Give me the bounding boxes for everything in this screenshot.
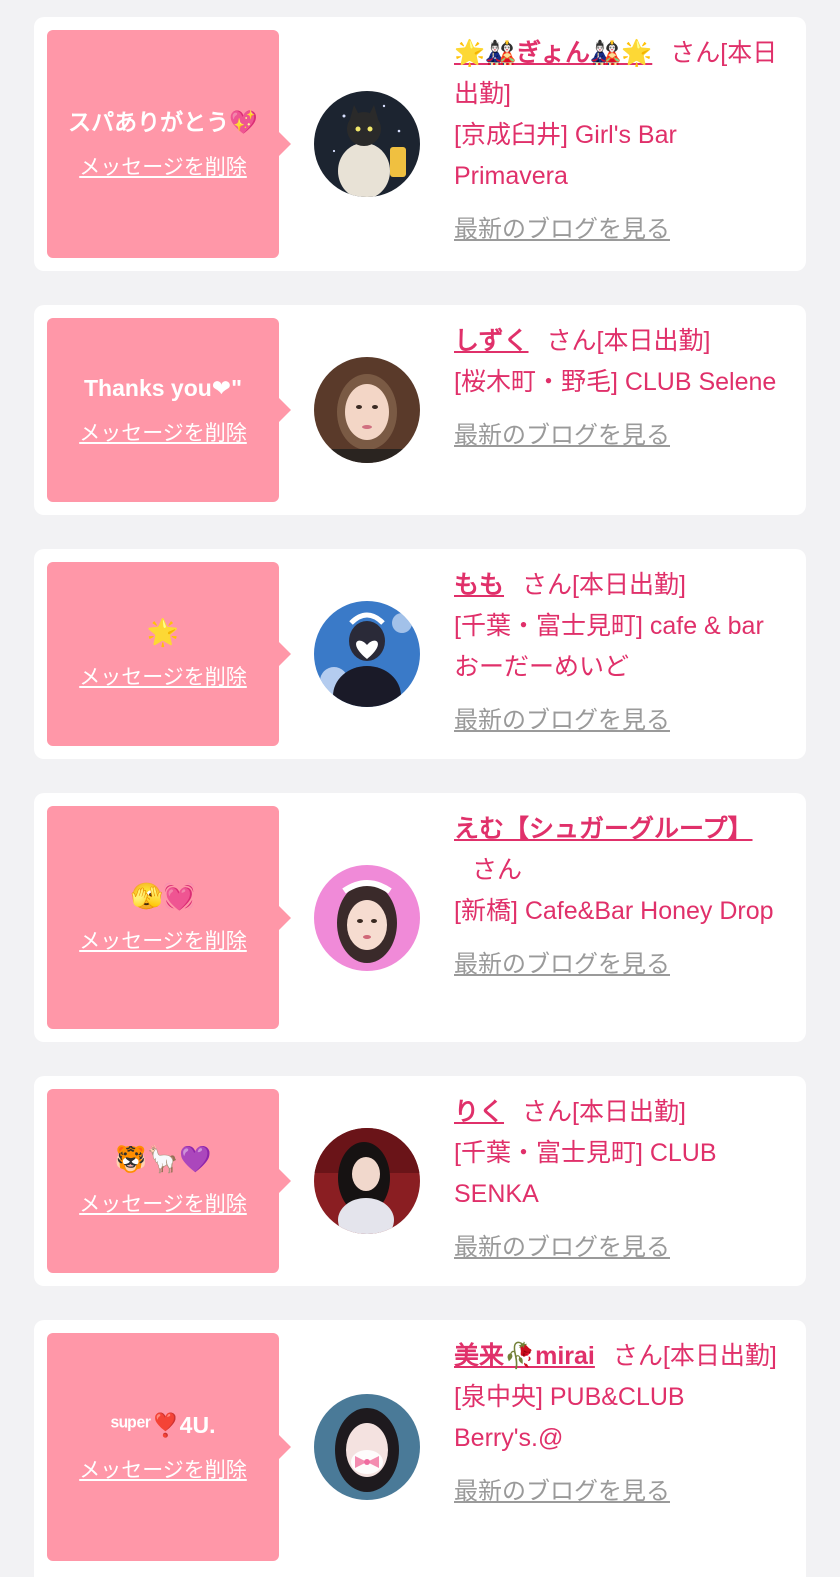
message-card: スパありがとう💖 メッセージを削除 🌟🎎ぎょん🎎🌟 さん[本日出勤] [京成臼井]…	[34, 17, 806, 271]
message-card: ˢᵘᵖᵉʳ❣️4U. メッセージを削除 美来🥀mirai さん[本日出勤] [泉中…	[34, 1320, 806, 1577]
message-bubble: 🐯🦙💜 メッセージを削除	[47, 1089, 291, 1273]
message-text: Thanks you❤"	[84, 375, 242, 401]
message-bubble: 🫣💓 メッセージを削除	[47, 806, 291, 1029]
honorific: さん	[546, 327, 597, 355]
latest-blog-link[interactable]: 最新のブログを見る	[454, 415, 670, 456]
message-text: スパありがとう💖	[68, 109, 258, 135]
latest-blog-link[interactable]: 最新のブログを見る	[454, 209, 670, 250]
shop-info: [泉中央] PUB&CLUB Berry's.@	[454, 1383, 685, 1452]
delete-message-link[interactable]: メッセージを削除	[79, 1454, 247, 1484]
message-bubble: スパありがとう💖 メッセージを削除	[47, 30, 291, 258]
cast-name-link[interactable]: えむ【シュガーグループ】	[454, 815, 753, 843]
delete-message-link[interactable]: メッセージを削除	[79, 1188, 247, 1218]
message-text: ˢᵘᵖᵉʳ❣️4U.	[110, 1412, 216, 1438]
message-bubble: 🌟 メッセージを削除	[47, 562, 291, 746]
work-status: [本日出勤]	[572, 571, 686, 599]
message-card: Thanks you❤" メッセージを削除 しずく さん[本日出勤] [桜木町・野…	[34, 305, 806, 515]
cat-photo-avatar[interactable]	[314, 91, 420, 197]
message-bubble: Thanks you❤" メッセージを削除	[47, 318, 291, 502]
cast-info: りく さん[本日出勤] [千葉・富士見町] CLUB SENKA 最新のブログを見…	[454, 1092, 784, 1268]
delete-message-link[interactable]: メッセージを削除	[79, 151, 247, 181]
work-status: [本日出勤]	[596, 327, 711, 355]
latest-blog-link[interactable]: 最新のブログを見る	[454, 1471, 670, 1512]
delete-message-link[interactable]: メッセージを削除	[79, 925, 247, 955]
latest-blog-link[interactable]: 最新のブログを見る	[454, 1227, 670, 1268]
message-text: 🫣💓	[130, 880, 196, 911]
honorific: さん	[522, 571, 573, 599]
latest-blog-link[interactable]: 最新のブログを見る	[454, 700, 670, 741]
honorific: さん	[522, 1098, 573, 1126]
cast-info: 🌟🎎ぎょん🎎🌟 さん[本日出勤] [京成臼井] Girl's Bar Primav…	[454, 33, 784, 250]
cast-name-link[interactable]: 🌟🎎ぎょん🎎🌟	[454, 39, 652, 67]
cast-name-link[interactable]: もも	[454, 571, 504, 599]
honorific: さん	[612, 1342, 663, 1370]
maid-portrait-avatar[interactable]	[314, 865, 420, 971]
message-text: 🌟	[146, 617, 180, 647]
cast-name-link[interactable]: 美来🥀mirai	[454, 1342, 595, 1370]
work-status: [本日出勤]	[572, 1098, 686, 1126]
honorific: さん	[472, 856, 523, 884]
delete-message-link[interactable]: メッセージを削除	[79, 417, 247, 447]
message-text: 🐯🦙💜	[114, 1144, 212, 1174]
message-card: 🌟 メッセージを削除 もも さん[本日出勤] [千葉・富士見町] cafe & b…	[34, 549, 806, 759]
shop-info: [新橋] Cafe&Bar Honey Drop	[454, 897, 774, 925]
cast-info: えむ【シュガーグループ】さん [新橋] Cafe&Bar Honey Drop …	[454, 809, 784, 985]
work-status: [本日出勤]	[662, 1342, 777, 1370]
cast-info: もも さん[本日出勤] [千葉・富士見町] cafe & bar おーだーめいど …	[454, 565, 784, 741]
message-card: 🐯🦙💜 メッセージを削除 りく さん[本日出勤] [千葉・富士見町] CLUB S…	[34, 1076, 806, 1286]
cast-name-link[interactable]: りく	[454, 1098, 504, 1126]
cast-name-link[interactable]: しずく	[454, 327, 529, 355]
honorific: さん	[670, 39, 721, 67]
cast-info: 美来🥀mirai さん[本日出勤] [泉中央] PUB&CLUB Berry's.…	[454, 1336, 784, 1512]
delete-message-link[interactable]: メッセージを削除	[79, 661, 247, 691]
shop-info: [千葉・富士見町] CLUB SENKA	[454, 1139, 717, 1208]
maid-photo-avatar[interactable]	[314, 601, 420, 707]
woman-bow-avatar[interactable]	[314, 1394, 420, 1500]
message-bubble: ˢᵘᵖᵉʳ❣️4U. メッセージを削除	[47, 1333, 291, 1561]
shop-info: [千葉・富士見町] cafe & bar おーだーめいど	[454, 612, 764, 681]
woman-red-sofa-avatar[interactable]	[314, 1128, 420, 1234]
shop-info: [京成臼井] Girl's Bar Primavera	[454, 121, 677, 190]
cast-info: しずく さん[本日出勤] [桜木町・野毛] CLUB Selene 最新のブログを…	[454, 321, 784, 456]
latest-blog-link[interactable]: 最新のブログを見る	[454, 944, 670, 985]
woman-portrait-avatar[interactable]	[314, 357, 420, 463]
message-card: 🫣💓 メッセージを削除 えむ【シュガーグループ】さん [新橋] Cafe&Bar…	[34, 793, 806, 1042]
shop-info: [桜木町・野毛] CLUB Selene	[454, 368, 777, 396]
